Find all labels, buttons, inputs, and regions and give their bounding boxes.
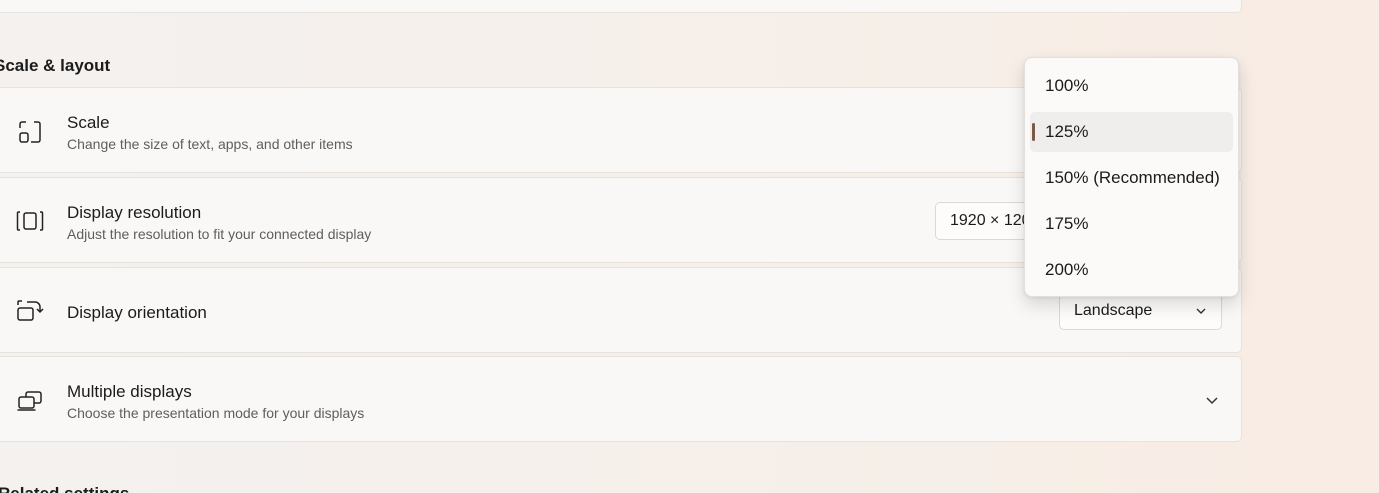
- orientation-icon: [15, 296, 45, 326]
- scale-option-label: 125%: [1045, 122, 1089, 141]
- resolution-icon: [15, 206, 45, 236]
- scale-option-100[interactable]: 100%: [1030, 66, 1233, 106]
- section-title: Scale & layout: [0, 56, 111, 75]
- scale-option-label: 175%: [1045, 214, 1089, 233]
- display-resolution-subtitle: Adjust the resolution to fit your connec…: [67, 226, 372, 242]
- scale-option-label: 150% (Recommended): [1045, 168, 1220, 187]
- chevron-down-icon[interactable]: [1205, 393, 1219, 407]
- scale-title: Scale: [67, 113, 110, 132]
- multiple-displays-title: Multiple displays: [67, 382, 192, 401]
- display-orientation-value: Landscape: [1074, 302, 1153, 319]
- display-resolution-title: Display resolution: [67, 203, 202, 222]
- scale-option-label: 100%: [1045, 76, 1089, 95]
- chevron-down-icon: [1196, 308, 1206, 314]
- scale-subtitle: Change the size of text, apps, and other…: [67, 136, 353, 152]
- scale-option-label: 200%: [1045, 260, 1089, 279]
- selection-indicator: [1032, 123, 1035, 141]
- scale-option-200[interactable]: 200%: [1030, 250, 1233, 290]
- scale-dropdown-menu[interactable]: 100% 125% 150% (Recommended) 175% 200%: [1024, 57, 1239, 297]
- scale-option-175[interactable]: 175%: [1030, 204, 1233, 244]
- scale-option-150[interactable]: 150% (Recommended): [1030, 158, 1233, 198]
- scale-option-125[interactable]: 125%: [1030, 112, 1233, 152]
- related-settings-title: Related settings: [0, 484, 129, 493]
- multiple-displays-subtitle: Choose the presentation mode for your di…: [67, 405, 365, 421]
- scale-icon: [15, 117, 45, 147]
- previous-settings-card: [0, 0, 1242, 13]
- multiple-displays-card[interactable]: Multiple displays Choose the presentatio…: [0, 356, 1242, 442]
- display-orientation-title: Display orientation: [67, 303, 207, 322]
- multiple-displays-icon: [15, 386, 45, 416]
- display-orientation-dropdown[interactable]: Landscape: [1059, 292, 1222, 330]
